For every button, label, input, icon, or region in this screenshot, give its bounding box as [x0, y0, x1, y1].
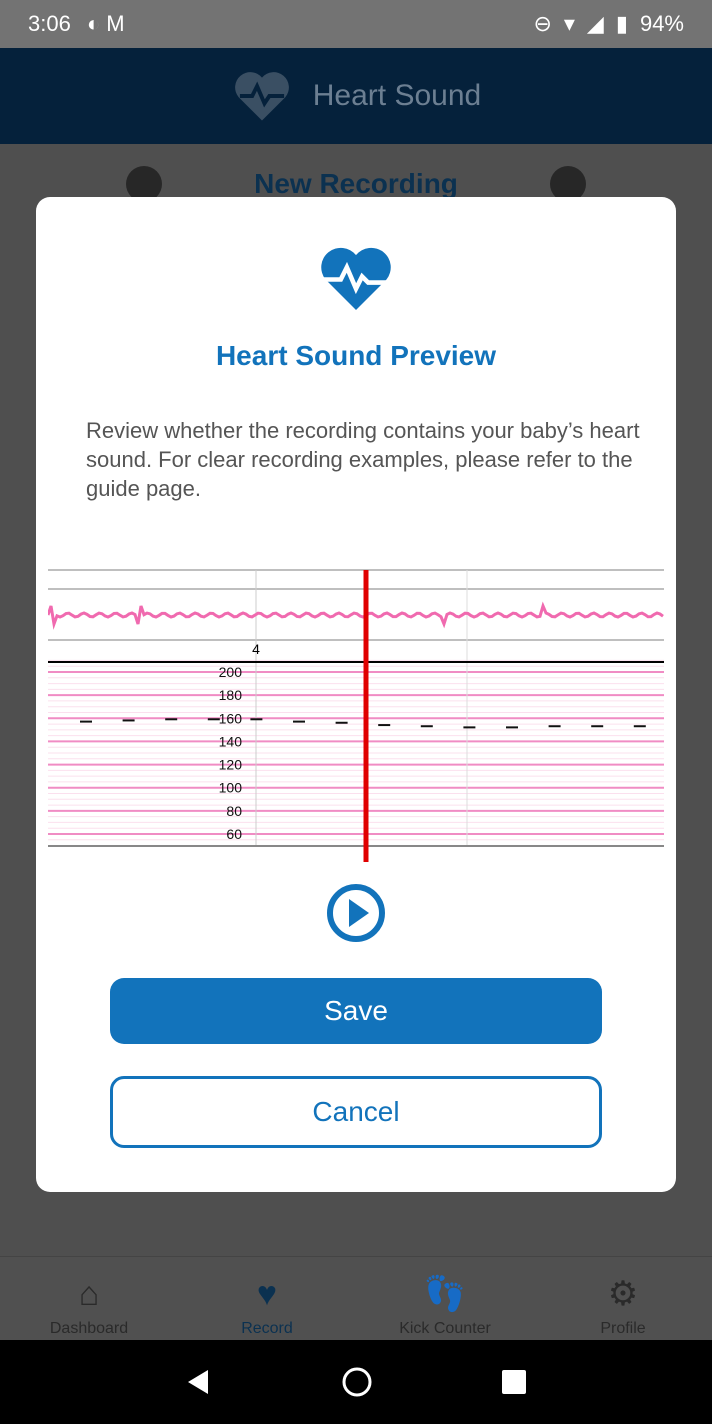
x-tick-label: 4 — [252, 641, 260, 657]
back-icon[interactable] — [184, 1367, 214, 1397]
heart-sound-chart: 4 200 180 160 140 120 100 80 60 — [48, 560, 668, 870]
play-button[interactable] — [326, 883, 386, 943]
clock: 3:06 — [28, 11, 71, 36]
nav-record[interactable]: ♥ Record — [178, 1257, 356, 1340]
home-icon: ⌂ — [78, 1275, 100, 1313]
y-tick-label: 60 — [226, 826, 242, 842]
save-button[interactable]: Save — [110, 978, 602, 1044]
nav-profile[interactable]: ⚙ Profile — [534, 1257, 712, 1340]
y-tick-label: 80 — [226, 803, 242, 819]
y-tick-label: 180 — [219, 687, 243, 703]
wifi-icon: ▾ — [563, 11, 575, 36]
home-button-icon[interactable] — [341, 1366, 373, 1398]
nav-label: Dashboard — [49, 1320, 129, 1337]
gear-icon: ⚙ — [607, 1275, 639, 1313]
system-nav-bar — [0, 1340, 712, 1424]
heart-logo-icon — [234, 72, 289, 121]
nav-kick-counter[interactable]: 👣 Kick Counter — [356, 1257, 534, 1340]
y-tick-label: 200 — [219, 664, 243, 680]
foot-icon: 👣 — [423, 1275, 467, 1313]
nav-label: Kick Counter — [399, 1320, 491, 1337]
signal-icon: ◢ — [586, 11, 604, 36]
nav-label: Record — [241, 1320, 293, 1337]
notification-icons: ◐ M — [86, 11, 125, 36]
battery-level: 94% — [639, 11, 684, 36]
page-title: New Recording — [254, 168, 458, 199]
y-tick-label: 100 — [219, 780, 243, 796]
battery-icon: ▮ — [615, 11, 628, 36]
dialog-description: Review whether the recording contains yo… — [86, 418, 640, 501]
app-bar: Heart Sound — [0, 48, 712, 144]
nav-dashboard[interactable]: ⌂ Dashboard — [0, 1257, 178, 1340]
heart-pulse-icon — [321, 247, 391, 310]
dnd-icon: ⊖ — [533, 11, 552, 36]
bottom-nav: ⌂ Dashboard ♥ Record 👣 Kick Counter ⚙ Profil… — [0, 1256, 712, 1340]
heart-icon: ♥ — [256, 1275, 278, 1313]
y-tick-label: 160 — [219, 710, 243, 726]
dialog-title: Heart Sound Preview — [215, 340, 497, 371]
y-tick-label: 120 — [219, 757, 243, 773]
status-bar: 3:06 ◐ M ⊖ ▾ ◢ ▮ 94% — [0, 0, 712, 48]
recents-icon[interactable] — [500, 1368, 528, 1396]
cancel-button[interactable]: Cancel — [110, 1076, 602, 1148]
nav-label: Profile — [600, 1320, 646, 1337]
app-title: Heart Sound — [312, 79, 482, 112]
y-tick-label: 140 — [219, 733, 243, 749]
